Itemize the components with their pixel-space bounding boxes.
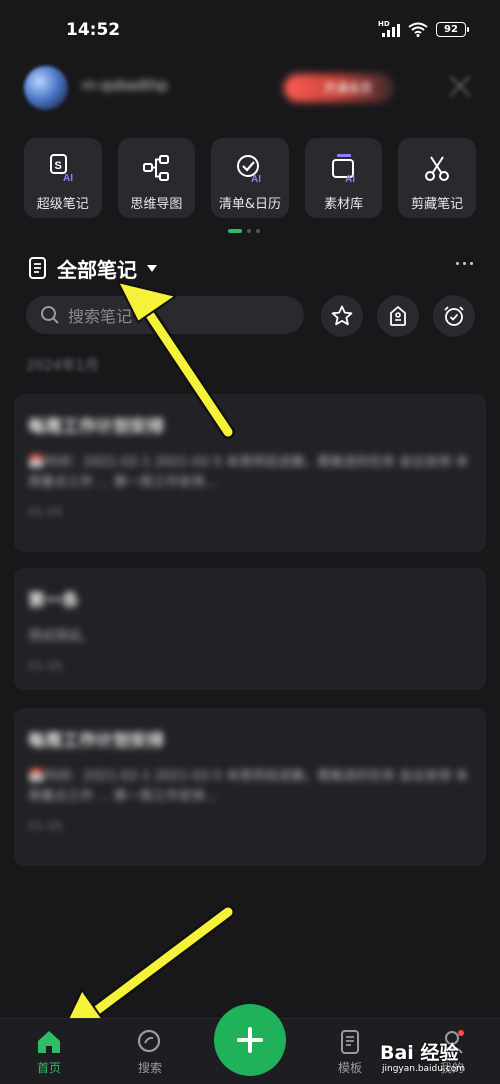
create-note-button[interactable] — [214, 1004, 286, 1076]
search-icon — [137, 1029, 161, 1053]
plus-icon — [237, 1027, 263, 1053]
tab-templates[interactable]: 模板 — [320, 1029, 380, 1076]
watermark-brand: Bai 经验 — [380, 1042, 459, 1064]
annotation-arrows — [56, 280, 235, 1042]
arrow-to-section-title — [116, 280, 235, 439]
tab-search[interactable]: 搜索 — [120, 1029, 180, 1076]
tab-templates-label: 模板 — [337, 1061, 362, 1075]
baidu-jingyan-watermark: Bai 经验 jingyan.baidu.com — [380, 1030, 490, 1080]
watermark-url: jingyan.baidu.com — [382, 1064, 466, 1074]
tab-search-label: 搜索 — [137, 1061, 162, 1075]
template-icon — [341, 1030, 359, 1054]
tab-home-label: 首页 — [36, 1061, 61, 1075]
tab-home[interactable]: 首页 — [19, 1029, 79, 1076]
home-icon — [38, 1031, 60, 1053]
